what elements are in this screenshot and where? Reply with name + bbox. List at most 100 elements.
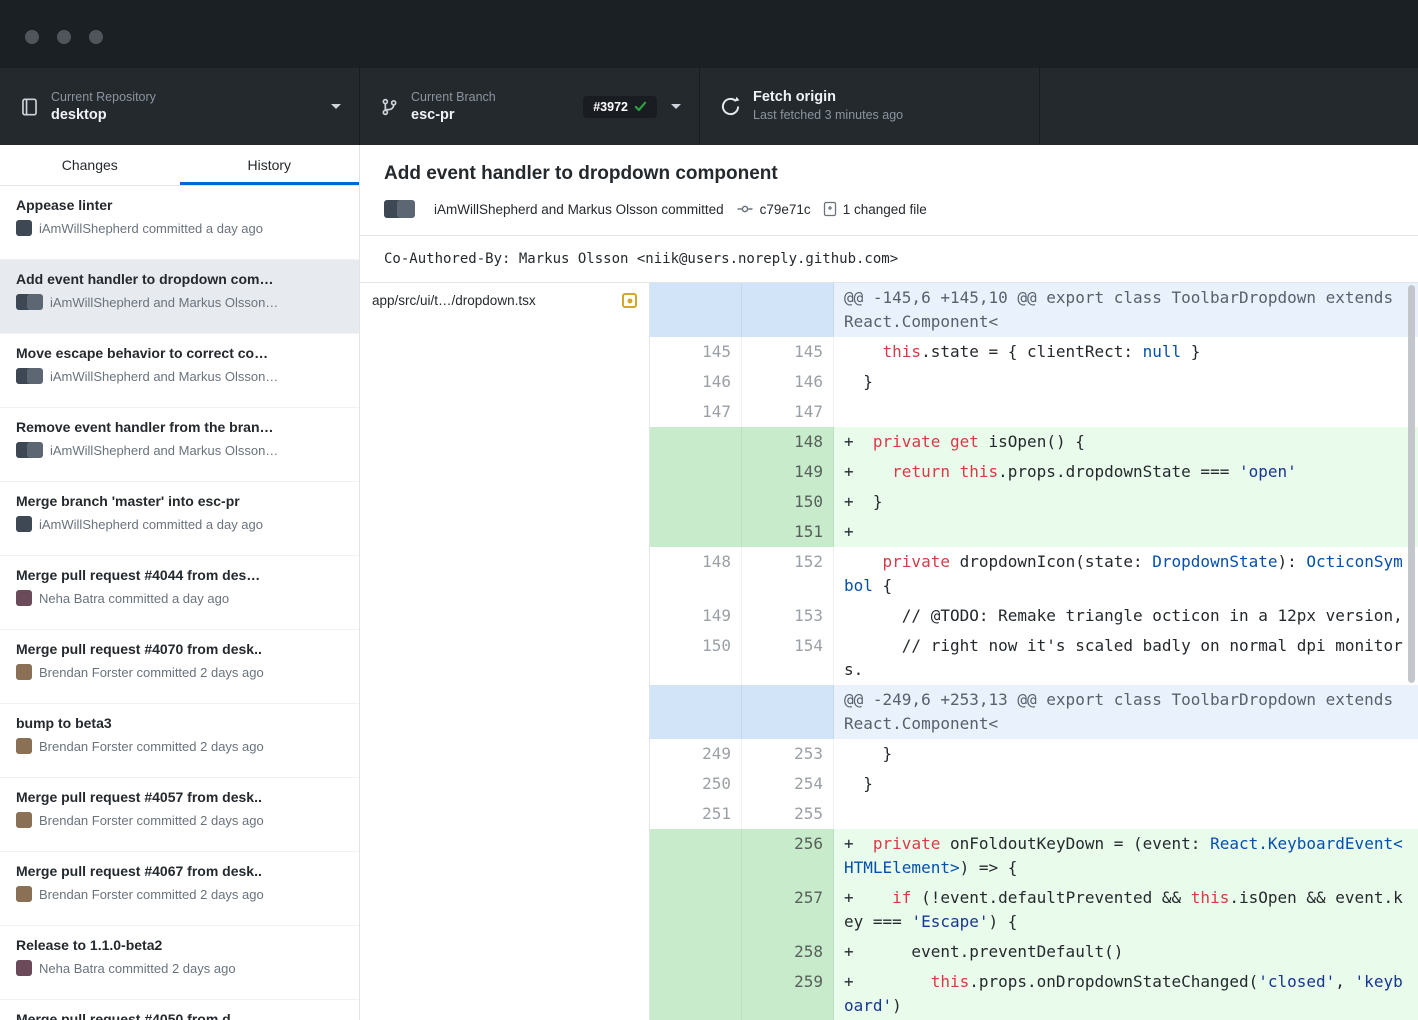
diff-panel: @@ -145,6 +145,10 @@ export class Toolba…: [650, 283, 1418, 1020]
commit-item-title: Merge branch 'master' into esc-pr: [16, 493, 343, 509]
diff-row-151: 151+: [650, 517, 1418, 547]
history-commit-item[interactable]: Merge pull request #4057 from desk.. Bren…: [0, 778, 359, 852]
code-line: // @TODO: Remake triangle octicon in a 1…: [834, 601, 1418, 631]
new-line-number: 146: [742, 367, 834, 397]
code-line: // right now it's scaled badly on normal…: [834, 631, 1418, 685]
commit-item-title: Merge pull request #4044 from des…: [16, 567, 343, 583]
commit-title: Add event handler to dropdown component: [384, 161, 1394, 187]
avatar: [16, 812, 32, 828]
history-commit-item[interactable]: Move escape behavior to correct co… iAmWi…: [0, 334, 359, 408]
commit-item-meta: iAmWillShepherd committed a day ago: [16, 516, 343, 532]
diff-row-255: 251255: [650, 799, 1418, 829]
old-line-number: 146: [650, 367, 742, 397]
fetch-subtitle: Last fetched 3 minutes ago: [753, 108, 903, 122]
old-line-number: 251: [650, 799, 742, 829]
commit-item-title: Remove event handler from the bran…: [16, 419, 343, 435]
avatar: [16, 590, 32, 606]
new-line-number: 259: [742, 967, 834, 1020]
minimize-button[interactable]: [57, 30, 71, 44]
history-commit-item[interactable]: Merge pull request #4070 from desk..Bren…: [0, 630, 359, 704]
commit-item-meta: Brendan Forster committed 2 days ago: [16, 812, 343, 828]
commit-item-meta: Brendan Forster committed 2 days ago: [16, 886, 343, 902]
commit-authors: iAmWillShepherd and Markus Olsson commit…: [434, 202, 724, 217]
commit-item-title: bump to beta3: [16, 715, 343, 731]
diff-row-254: 250254 }: [650, 769, 1418, 799]
old-line-number: 145: [650, 337, 742, 367]
new-line-number: 253: [742, 739, 834, 769]
tab-changes[interactable]: Changes: [0, 145, 180, 185]
diff-row-149: 149+ return this.props.dropdownState ===…: [650, 457, 1418, 487]
toolbar: Current Repository desktop Current Branc…: [0, 68, 1418, 145]
old-line-number: [650, 283, 742, 337]
code-line: + return this.props.dropdownState === 'o…: [834, 457, 1418, 487]
code-line: @@ -145,6 +145,10 @@ export class Toolba…: [834, 283, 1418, 337]
chevron-down-icon: [331, 104, 341, 109]
history-commit-item[interactable]: Remove event handler from the bran…iAmWi…: [0, 408, 359, 482]
file-list-item[interactable]: app/src/ui/t…/dropdown.tsx: [360, 283, 649, 318]
code-line: @@ -249,6 +253,13 @@ export class Toolba…: [834, 685, 1418, 739]
history-commit-item[interactable]: Merge branch 'master' into esc-pr iAmWill…: [0, 482, 359, 556]
new-line-number: 145: [742, 337, 834, 367]
history-commit-item[interactable]: Merge pull request #4067 from desk.. Bren…: [0, 852, 359, 926]
commit-detail: Add event handler to dropdown component …: [360, 145, 1418, 1020]
sidebar: Changes History Appease linteriAmWillShe…: [0, 145, 360, 1020]
pr-status-badge: #3972: [583, 96, 657, 118]
history-commit-item[interactable]: Appease linteriAmWillShepherd committed …: [0, 186, 359, 260]
diff-row-257: 257+ if (!event.defaultPrevented && this…: [650, 883, 1418, 937]
history-commit-item[interactable]: bump to beta3Brendan Forster committed 2…: [0, 704, 359, 778]
old-line-number: [650, 829, 742, 883]
code-line: + private onFoldoutKeyDown = (event: Rea…: [834, 829, 1418, 883]
new-line-number: 154: [742, 631, 834, 685]
new-line-number: 255: [742, 799, 834, 829]
diff-scrollbar[interactable]: [1408, 285, 1415, 683]
commit-item-title: Merge pull request #4057 from desk..: [16, 789, 343, 805]
commit-item-title: Move escape behavior to correct co…: [16, 345, 343, 361]
new-line-number: 256: [742, 829, 834, 883]
code-line: private dropdownIcon(state: DropdownStat…: [834, 547, 1418, 601]
new-line-number: [742, 685, 834, 739]
old-line-number: [650, 937, 742, 967]
chevron-down-icon: [671, 104, 681, 109]
new-line-number: 151: [742, 517, 834, 547]
history-commit-item[interactable]: Release to 1.1.0-beta2 Neha Batra committ…: [0, 926, 359, 1000]
diff-row-hunk-header: @@ -249,6 +253,13 @@ export class Toolba…: [650, 685, 1418, 739]
main-area: Changes History Appease linteriAmWillShe…: [0, 145, 1418, 1020]
diff-row-153: 149153 // @TODO: Remake triangle octicon…: [650, 601, 1418, 631]
git-commit-icon: [736, 201, 754, 217]
history-commit-item[interactable]: Merge pull request #4050 from d…: [0, 1000, 359, 1020]
fetch-origin-button[interactable]: Fetch origin Last fetched 3 minutes ago: [700, 68, 1040, 145]
code-line: + if (!event.defaultPrevented && this.is…: [834, 883, 1418, 937]
old-line-number: [650, 487, 742, 517]
commit-item-meta: iAmWillShepherd committed a day ago: [16, 220, 343, 236]
new-line-number: 152: [742, 547, 834, 601]
branch-switcher[interactable]: Current Branch esc-pr #3972: [360, 68, 700, 145]
diff-row-150: 150+ }: [650, 487, 1418, 517]
tab-history[interactable]: History: [180, 145, 360, 185]
commit-byline: iAmWillShepherd and Markus Olsson commit…: [384, 199, 1394, 219]
old-line-number: 148: [650, 547, 742, 601]
maximize-button[interactable]: [89, 30, 103, 44]
close-button[interactable]: [25, 30, 39, 44]
avatar: [16, 738, 32, 754]
diff-row-256: 256+ private onFoldoutKeyDown = (event: …: [650, 829, 1418, 883]
commit-item-title: Merge pull request #4070 from desk..: [16, 641, 343, 657]
code-line: +: [834, 517, 1418, 547]
commit-item-title: Merge pull request #4067 from desk..: [16, 863, 343, 879]
repository-switcher[interactable]: Current Repository desktop: [0, 68, 360, 145]
new-line-number: 254: [742, 769, 834, 799]
modified-status-icon: [622, 293, 637, 308]
history-commit-item[interactable]: Add event handler to dropdown com…iAmWil…: [0, 260, 359, 334]
sync-icon: [720, 96, 741, 117]
diff-row-259: 259+ this.props.onDropdownStateChanged('…: [650, 967, 1418, 1020]
diff-row-152: 148152 private dropdownIcon(state: Dropd…: [650, 547, 1418, 601]
check-icon: [634, 101, 647, 112]
diff-row-253: 249253 }: [650, 739, 1418, 769]
commit-item-meta: Neha Batra committed 2 days ago: [16, 960, 343, 976]
history-commit-item[interactable]: Merge pull request #4044 from des…Neha B…: [0, 556, 359, 630]
commit-item-title: Release to 1.1.0-beta2: [16, 937, 343, 953]
repository-label: Current Repository: [51, 90, 156, 104]
diff-row-145: 145145 this.state = { clientRect: null }: [650, 337, 1418, 367]
avatar: [27, 368, 43, 384]
commit-sha: c79e71c: [760, 202, 811, 217]
commit-item-meta: iAmWillShepherd and Markus Olsson…: [16, 368, 343, 384]
